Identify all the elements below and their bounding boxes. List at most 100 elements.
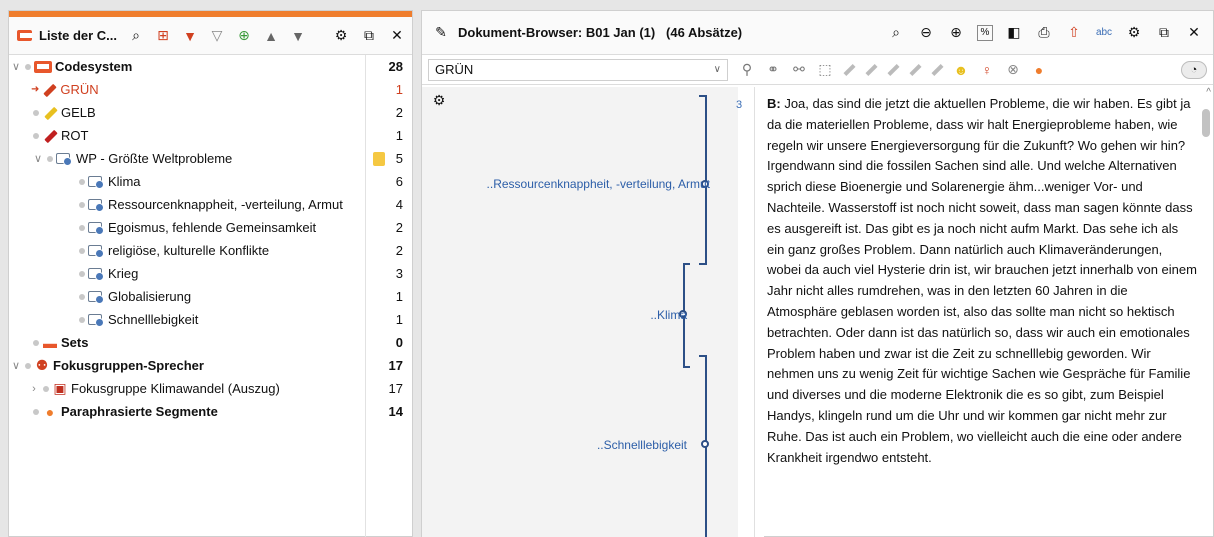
code-row-fokusgruppe[interactable]: › ▣ Fokusgruppe Klimawandel (Auszug) 17 [9,377,412,400]
code-count: 17 [388,358,403,373]
code-group-icon [88,245,104,258]
close-icon[interactable]: ✕ [1185,24,1203,42]
gear-icon[interactable]: ⚙ [332,27,350,45]
code-row-klima[interactable]: Klima 6 [9,170,412,193]
undock-icon[interactable]: ⧉ [1155,24,1173,42]
code-row-sprecher[interactable]: ∨ ⚉ Fokusgruppen-Sprecher 17 [9,354,412,377]
code-count: 6 [395,174,403,189]
zoom-in-icon[interactable]: ⊕ [947,24,965,42]
quick-code-select[interactable]: GRÜN ∨ [428,58,728,81]
highlighter-1-icon[interactable] [842,63,856,77]
segment-bottom-cap [699,263,706,265]
code-row-konflikte[interactable]: religiöse, kulturelle Konflikte 2 [9,239,412,262]
print-icon[interactable]: ⎙ [1035,24,1053,42]
status-dot [79,224,85,231]
code-system-panel: Liste der C... ⌕ ⊞ ▼ ▽ ⊕ ▲ ▼ ⚙ ⧉ ✕ ∨ Cod… [8,10,413,537]
code-row-schnelllebigkeit[interactable]: Schnelllebigkeit 1 [9,308,412,331]
code-tree: ∨ Codesystem 28 ➜ GRÜN 1 GELB 2 ROT 1 ∨ … [9,55,412,423]
document-browser-header: ✎ Dokument-Browser: B01 Jan (1) (46 Absä… [422,11,1213,55]
code-row-egoismus[interactable]: Egoismus, fehlende Gemeinsamkeit 2 [9,216,412,239]
code-quick-icon[interactable]: ⚭ [764,61,782,79]
highlight-selection-icon[interactable]: ⬚ [816,61,834,79]
code-label: Fokusgruppe Klimawandel (Auszug) [71,381,280,396]
code-in-vivo-icon[interactable]: ⚯ [790,61,808,79]
code-label: Sets [61,335,89,350]
spellcheck-icon[interactable]: abc [1095,24,1113,42]
highlighter-5-icon[interactable] [930,63,944,77]
close-icon[interactable]: ✕ [388,27,406,45]
segment-label-klima[interactable]: ..Klima [650,308,687,322]
edit-document-icon[interactable]: ✎ [432,24,450,42]
code-with-new-code-icon[interactable]: ⚲ [738,61,756,79]
segment-label-schnelllebigkeit[interactable]: ..Schnelllebigkeit [597,438,687,452]
move-up-icon[interactable]: ▲ [262,27,280,45]
chevron-down-icon[interactable]: ∨ [714,64,721,75]
chevron-right-icon[interactable]: › [27,383,41,395]
status-dot [33,132,39,139]
code-row-sets[interactable]: ▬ Sets 0 [9,331,412,354]
highlighter-4-icon[interactable] [908,63,922,77]
codes-folder-icon [15,27,33,45]
status-dot [79,178,85,185]
scroll-up-icon[interactable]: ^ [1206,87,1211,98]
document-text[interactable]: B: Joa, das sind die jetzt die aktuellen… [767,94,1197,468]
code-row-krieg[interactable]: Krieg 3 [9,262,412,285]
export-icon[interactable]: ⇧ [1065,24,1083,42]
zoom-out-icon[interactable]: ⊖ [917,24,935,42]
new-code-icon[interactable]: ⊞ [154,27,172,45]
search-icon[interactable]: ⌕ [127,27,145,45]
filter-icon[interactable]: ▼ [181,27,199,45]
code-row-codesystem[interactable]: ∨ Codesystem 28 [9,55,412,78]
segment-knob[interactable] [701,440,709,448]
status-dot [33,339,39,346]
segment-top-cap [699,355,706,357]
code-system-title: Liste der C... [39,28,118,43]
code-count: 5 [395,151,403,166]
highlighter-2-icon[interactable] [864,63,878,77]
zoom-100-icon[interactable]: % [977,24,993,41]
code-row-wp[interactable]: ∨ WP - Größte Weltprobleme 5 [9,147,412,170]
code-row-globalisierung[interactable]: Globalisierung 1 [9,285,412,308]
speaker-label: B: [767,96,781,111]
chevron-down-icon[interactable]: ∨ [9,359,23,372]
quick-code-value: GRÜN [435,62,474,77]
gear-icon[interactable]: ⚙ [430,91,448,109]
search-icon[interactable]: ⌕ [887,24,905,42]
code-label: Egoismus, fehlende Gemeinsamkeit [108,220,317,235]
scrollbar-thumb[interactable] [1202,109,1210,137]
coding-toolbar: GRÜN ∨ ⚲ ⚭ ⚯ ⬚ ☻ ♀ ⊗ ● ◔ [422,55,1213,85]
speakers-icon: ⚉ [35,357,49,373]
code-row-ressourcen[interactable]: Ressourcenknappheit, -verteilung, Armut … [9,193,412,216]
code-label: GRÜN [60,82,99,97]
symbol-code-icon[interactable]: ♀ [978,61,996,79]
focus-group-icon: ▣ [53,380,67,396]
move-down-icon[interactable]: ▼ [289,27,307,45]
chevron-down-icon[interactable]: ∨ [31,152,45,165]
edit-mode-toggle[interactable]: ◔ [1181,60,1207,79]
red-code-pen-icon [42,128,58,144]
document-browser-panel: ✎ Dokument-Browser: B01 Jan (1) (46 Absä… [421,10,1214,537]
add-code-icon[interactable]: ⊕ [235,27,253,45]
code-count: 2 [395,105,403,120]
remove-code-icon[interactable]: ⊗ [1004,61,1022,79]
segment-label-ressourcen[interactable]: ..Ressourcenknappheit, -verteilung, Armu… [487,177,710,191]
code-row-rot[interactable]: ROT 1 [9,124,412,147]
vertical-scrollbar[interactable]: ^ [1201,87,1211,537]
clear-filter-icon[interactable]: ▽ [208,27,226,45]
segment-top-cap [683,263,690,265]
code-row-paraphrasen[interactable]: ● Paraphrasierte Segmente 14 [9,400,412,423]
code-row-gelb[interactable]: GELB 2 [9,101,412,124]
paraphrase-icon[interactable]: ● [1030,61,1048,79]
highlighter-3-icon[interactable] [886,63,900,77]
paragraph-number-column [738,87,764,537]
split-view-icon[interactable]: ◧ [1005,24,1023,42]
code-group-icon [56,153,72,166]
code-count: 4 [395,197,403,212]
code-group-icon [88,176,104,189]
emoticode-icon[interactable]: ☻ [952,61,970,79]
segment-top-cap [699,95,706,97]
code-row-gruen[interactable]: ➜ GRÜN 1 [9,78,412,101]
undock-icon[interactable]: ⧉ [360,27,378,45]
gear-icon[interactable]: ⚙ [1125,24,1143,42]
chevron-down-icon[interactable]: ∨ [9,60,23,73]
